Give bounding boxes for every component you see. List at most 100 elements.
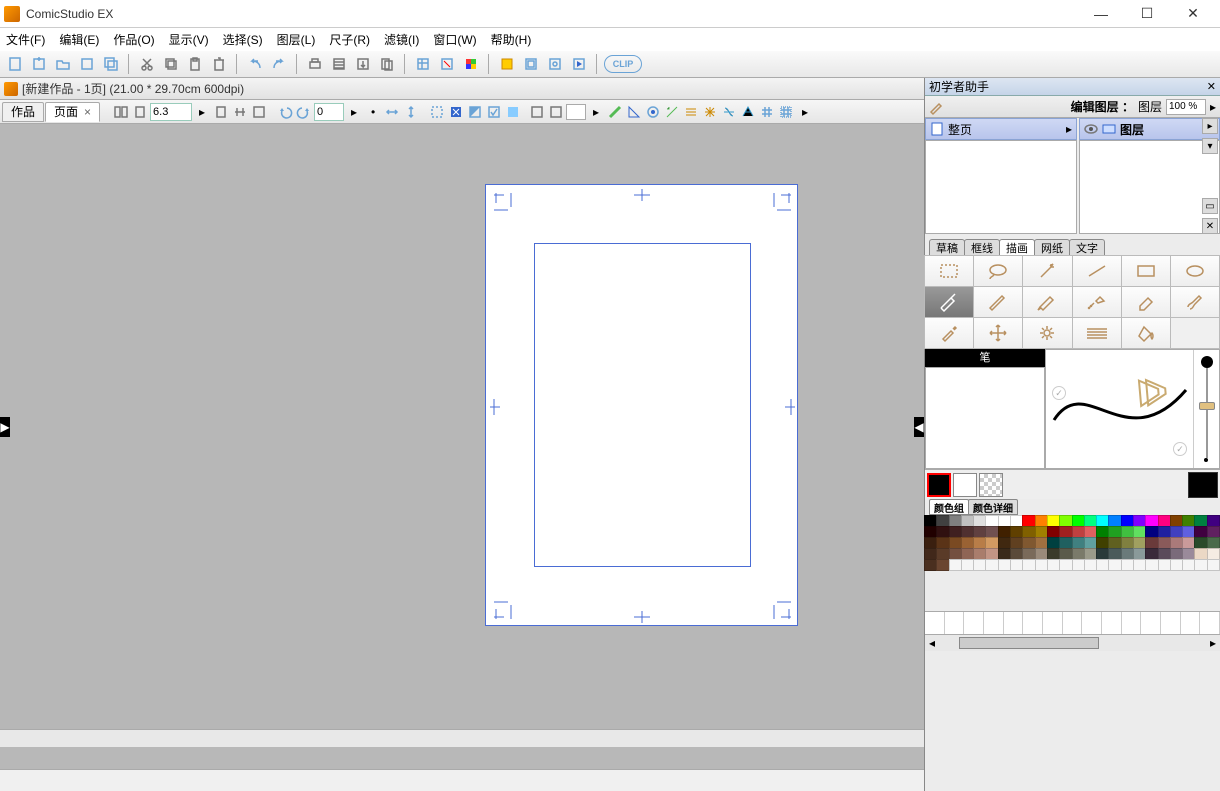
palette-swatch[interactable] bbox=[1108, 559, 1121, 571]
slider-handle[interactable] bbox=[1199, 402, 1215, 410]
palette-swatch[interactable] bbox=[1084, 559, 1097, 571]
palette-swatch[interactable] bbox=[1121, 559, 1134, 571]
palette-swatch[interactable] bbox=[1072, 559, 1085, 571]
paste-icon[interactable] bbox=[184, 53, 206, 75]
new-doc-icon[interactable] bbox=[4, 53, 26, 75]
select-all-icon[interactable] bbox=[428, 103, 446, 121]
tab-color-set[interactable]: 颜色组 bbox=[929, 499, 969, 515]
chevron-right-icon[interactable]: ▸ bbox=[1202, 118, 1218, 134]
eyedropper-tool-icon[interactable] bbox=[924, 317, 974, 349]
tab-page[interactable]: 页面× bbox=[45, 102, 100, 122]
timeline-strip[interactable] bbox=[925, 611, 1220, 635]
cut-icon[interactable] bbox=[136, 53, 158, 75]
panel-history-icon[interactable] bbox=[496, 53, 518, 75]
palette-swatch[interactable] bbox=[1194, 559, 1207, 571]
flip-h-icon[interactable] bbox=[383, 103, 401, 121]
preview-icon[interactable] bbox=[328, 53, 350, 75]
wand-tool-icon[interactable] bbox=[1022, 255, 1072, 287]
panel-expand-left-icon[interactable]: ▶ bbox=[0, 417, 10, 437]
rect-tool-icon[interactable] bbox=[1121, 255, 1171, 287]
tab-frame[interactable]: 框线 bbox=[964, 239, 1000, 255]
panel-materials-icon[interactable] bbox=[520, 53, 542, 75]
tab-text[interactable]: 文字 bbox=[1069, 239, 1105, 255]
snap-grid-icon[interactable] bbox=[528, 103, 546, 121]
ellipse-tool-icon[interactable] bbox=[1170, 255, 1220, 287]
menu-select[interactable]: 选择(S) bbox=[223, 31, 263, 48]
undo-icon[interactable] bbox=[244, 53, 266, 75]
palette-swatch[interactable] bbox=[1158, 559, 1171, 571]
concentric-icon[interactable] bbox=[720, 103, 738, 121]
rotate-left-icon[interactable] bbox=[276, 103, 294, 121]
tab-work[interactable]: 作品 bbox=[2, 102, 44, 122]
transparent-color[interactable] bbox=[979, 473, 1003, 497]
palette-swatch[interactable] bbox=[1170, 559, 1183, 571]
tab-draw[interactable]: 描画 bbox=[999, 239, 1035, 255]
palette-swatch[interactable] bbox=[1145, 559, 1158, 571]
brush-tool-icon[interactable] bbox=[1170, 286, 1220, 318]
minimize-button[interactable]: — bbox=[1078, 0, 1124, 28]
ruler-icon[interactable] bbox=[606, 103, 624, 121]
new-page-icon[interactable] bbox=[28, 53, 50, 75]
triangle-ruler-icon[interactable] bbox=[625, 103, 643, 121]
chevron-right-icon[interactable]: ▸ bbox=[345, 103, 363, 121]
symmetry-icon[interactable] bbox=[663, 103, 681, 121]
tab-sketch[interactable]: 草稿 bbox=[929, 239, 965, 255]
palette-swatch[interactable] bbox=[1182, 559, 1195, 571]
snap-guide-icon[interactable] bbox=[547, 103, 565, 121]
menu-window[interactable]: 窗口(W) bbox=[433, 31, 476, 48]
menu-ruler[interactable]: 尺子(R) bbox=[329, 31, 370, 48]
current-layer-button[interactable]: 图层 bbox=[1079, 118, 1220, 140]
chevron-right-icon[interactable]: ▸ bbox=[587, 103, 605, 121]
palette-swatch[interactable] bbox=[1022, 559, 1035, 571]
play-icon[interactable] bbox=[568, 53, 590, 75]
rotation-input[interactable] bbox=[314, 103, 344, 121]
blur-tool-icon[interactable] bbox=[1022, 317, 1072, 349]
palette-swatch[interactable] bbox=[1059, 559, 1072, 571]
grid-show-icon[interactable] bbox=[777, 103, 795, 121]
palette-swatch[interactable] bbox=[1096, 559, 1109, 571]
palette-swatch[interactable] bbox=[1035, 559, 1048, 571]
zoom-input[interactable] bbox=[150, 103, 192, 121]
chevron-right-icon[interactable]: ▸ bbox=[796, 103, 814, 121]
check-icon[interactable]: ✓ bbox=[1052, 386, 1066, 400]
copy-icon[interactable] bbox=[160, 53, 182, 75]
menu-layer[interactable]: 图层(L) bbox=[277, 31, 316, 48]
panel-layers-icon[interactable] bbox=[412, 53, 434, 75]
perspective-icon[interactable] bbox=[644, 103, 662, 121]
pen-tool-icon[interactable] bbox=[924, 286, 974, 318]
panel-actions-icon[interactable] bbox=[544, 53, 566, 75]
selection-float-icon[interactable] bbox=[504, 103, 522, 121]
scroll-right-icon[interactable]: ▸ bbox=[1206, 636, 1220, 650]
brush-size-slider[interactable] bbox=[1193, 350, 1219, 468]
background-color[interactable] bbox=[953, 473, 977, 497]
lasso-tool-icon[interactable] bbox=[973, 255, 1023, 287]
menu-edit[interactable]: 编辑(E) bbox=[59, 31, 99, 48]
clip-logo-icon[interactable]: CLIP bbox=[604, 55, 642, 73]
pencil-tool-icon[interactable] bbox=[973, 286, 1023, 318]
export-icon[interactable] bbox=[352, 53, 374, 75]
page-scope-button[interactable]: 整页 ▸ bbox=[925, 118, 1077, 140]
menu-view[interactable]: 显示(V) bbox=[169, 31, 209, 48]
maximize-button[interactable]: ☐ bbox=[1124, 0, 1170, 28]
chevron-right-icon[interactable]: ▸ bbox=[1210, 100, 1216, 114]
palette-swatch[interactable] bbox=[936, 559, 949, 571]
fill-tool-icon[interactable] bbox=[1121, 317, 1171, 349]
canvas-viewport[interactable]: ▶ ◀ bbox=[0, 124, 924, 729]
chevron-right-icon[interactable]: ▸ bbox=[193, 103, 211, 121]
menu-filter[interactable]: 滤镜(I) bbox=[384, 31, 419, 48]
save-icon[interactable] bbox=[76, 53, 98, 75]
horizontal-scrollbar[interactable] bbox=[0, 729, 924, 747]
marquee-tool-icon[interactable] bbox=[924, 255, 974, 287]
close-icon[interactable]: × bbox=[84, 105, 91, 119]
foreground-color[interactable] bbox=[927, 473, 951, 497]
dot-icon[interactable]: • bbox=[364, 103, 382, 121]
close-button[interactable]: ✕ bbox=[1170, 0, 1216, 28]
chevron-down-icon[interactable]: ▾ bbox=[1202, 138, 1218, 154]
tab-tone[interactable]: 网纸 bbox=[1034, 239, 1070, 255]
save-all-icon[interactable] bbox=[100, 53, 122, 75]
menu-help[interactable]: 帮助(H) bbox=[491, 31, 532, 48]
grid-icon[interactable] bbox=[758, 103, 776, 121]
menu-file[interactable]: 文件(F) bbox=[6, 31, 45, 48]
palette-swatch[interactable] bbox=[985, 559, 998, 571]
palette-swatch[interactable] bbox=[998, 559, 1011, 571]
